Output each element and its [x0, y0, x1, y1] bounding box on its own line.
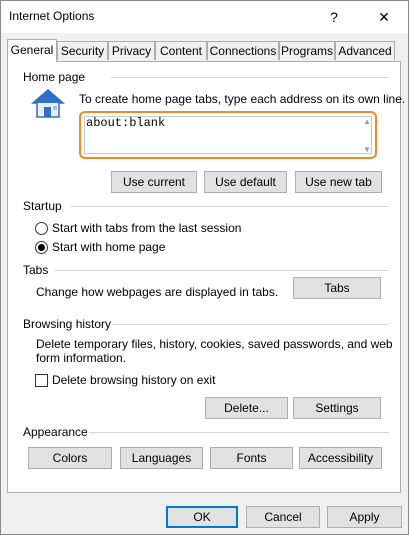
- delete-on-exit-checkbox[interactable]: [35, 374, 48, 387]
- delete-button[interactable]: Delete...: [205, 397, 288, 419]
- internet-options-dialog: Internet Options ? ✕ General Security Pr…: [0, 0, 409, 535]
- browsing-history-divider: [111, 324, 389, 325]
- home-page-textarea[interactable]: about:blank ▲ ▼: [79, 111, 377, 159]
- home-page-house-icon: [31, 89, 65, 118]
- tabs-button[interactable]: Tabs: [293, 277, 381, 299]
- use-current-button[interactable]: Use current: [111, 171, 197, 193]
- languages-button[interactable]: Languages: [120, 447, 203, 469]
- tabs-divider: [55, 270, 389, 271]
- appearance-group-label: Appearance: [23, 425, 88, 439]
- tab-privacy[interactable]: Privacy: [108, 41, 155, 60]
- browsing-history-description-line2: form information.: [36, 351, 127, 365]
- accessibility-button[interactable]: Accessibility: [299, 447, 382, 469]
- home-page-divider: [111, 77, 389, 78]
- help-button[interactable]: ?: [311, 1, 357, 33]
- tab-general[interactable]: General: [7, 39, 57, 62]
- home-page-group-label: Home page: [23, 70, 86, 84]
- close-button[interactable]: ✕: [361, 1, 407, 33]
- colors-button[interactable]: Colors: [28, 447, 112, 469]
- startup-home-page-radio[interactable]: [35, 241, 48, 254]
- tabs-description: Change how webpages are displayed in tab…: [36, 285, 279, 299]
- startup-group-label: Startup: [23, 199, 62, 213]
- tab-connections[interactable]: Connections: [207, 41, 279, 60]
- startup-home-page-label: Start with home page: [52, 240, 166, 254]
- scroll-up-arrow-icon[interactable]: ▲: [363, 117, 371, 126]
- appearance-divider: [89, 432, 389, 433]
- browsing-history-group-label: Browsing history: [23, 317, 112, 331]
- radio-selected-dot: [38, 244, 45, 251]
- tabs-group-label: Tabs: [23, 263, 49, 277]
- home-page-instruction: To create home page tabs, type each addr…: [79, 92, 406, 106]
- scroll-down-arrow-icon[interactable]: ▼: [363, 145, 371, 154]
- cancel-button[interactable]: Cancel: [246, 506, 320, 528]
- tab-advanced[interactable]: Advanced: [335, 41, 395, 60]
- ok-button[interactable]: OK: [166, 506, 238, 528]
- browsing-history-description-line1: Delete temporary files, history, cookies…: [36, 337, 393, 351]
- tab-content[interactable]: Content: [155, 41, 207, 60]
- home-page-value: about:blank: [86, 116, 166, 130]
- use-default-button[interactable]: Use default: [204, 171, 287, 193]
- title-bar: Internet Options ? ✕: [1, 1, 408, 33]
- tab-programs[interactable]: Programs: [279, 41, 335, 60]
- apply-button[interactable]: Apply: [327, 506, 402, 528]
- use-new-tab-button[interactable]: Use new tab: [295, 171, 382, 193]
- settings-button[interactable]: Settings: [293, 397, 381, 419]
- startup-divider: [71, 206, 389, 207]
- tab-security[interactable]: Security: [57, 41, 108, 60]
- fonts-button[interactable]: Fonts: [210, 447, 293, 469]
- window-title: Internet Options: [9, 9, 95, 23]
- delete-on-exit-label: Delete browsing history on exit: [52, 373, 216, 387]
- startup-last-session-radio[interactable]: [35, 222, 48, 235]
- startup-last-session-label: Start with tabs from the last session: [52, 221, 242, 235]
